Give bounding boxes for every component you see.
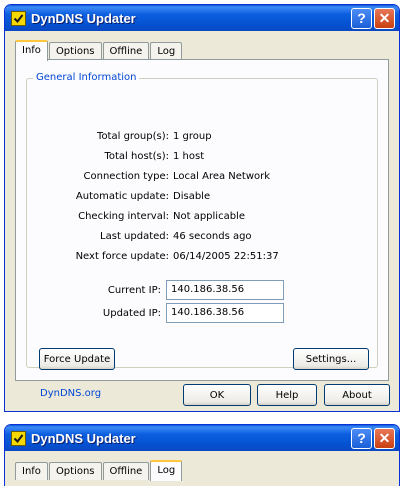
- info-value: Local Area Network: [173, 171, 271, 182]
- info-label: Total host(s):: [104, 151, 169, 162]
- info-label: Last updated:: [100, 231, 169, 242]
- close-icon: ✕: [378, 429, 391, 446]
- tab-offline[interactable]: Offline: [102, 42, 150, 60]
- main-window: DynDNS Updater ? ✕ Info Options Offline …: [4, 4, 400, 412]
- tab-strip: Info Options Offline Log: [15, 459, 183, 481]
- tab-offline[interactable]: Offline: [102, 462, 150, 480]
- app-check-icon: [11, 10, 26, 26]
- info-row-next-force-update: Next force update: 06/14/2005 22:51:37: [27, 251, 377, 265]
- updated-ip-row: Updated IP: 140.186.38.56: [27, 303, 377, 323]
- tab-strip: Info Options Offline Log: [15, 39, 183, 61]
- info-value: 46 seconds ago: [173, 231, 252, 242]
- second-window: DynDNS Updater ? ✕ Info Options Offline …: [4, 424, 400, 486]
- updated-ip-field[interactable]: 140.186.38.56: [166, 303, 284, 323]
- app-check-icon: [11, 430, 26, 446]
- current-ip-row: Current IP: 140.186.38.56: [27, 280, 377, 300]
- info-row-last-updated: Last updated: 46 seconds ago: [27, 231, 377, 245]
- info-row-total-groups: Total group(s): 1 group: [27, 131, 377, 145]
- group-title: General Information: [33, 72, 140, 83]
- close-icon: ✕: [378, 9, 391, 26]
- help-title-button[interactable]: ?: [351, 427, 372, 449]
- window-title: DynDNS Updater: [31, 430, 136, 446]
- info-row-total-hosts: Total host(s): 1 host: [27, 151, 377, 165]
- info-value: 1 host: [173, 151, 205, 162]
- close-title-button[interactable]: ✕: [374, 427, 395, 449]
- tab-info[interactable]: Info: [15, 462, 48, 480]
- info-value: Not applicable: [173, 211, 245, 222]
- current-ip-label: Current IP:: [107, 284, 161, 296]
- tab-info[interactable]: Info: [15, 40, 48, 61]
- close-title-button[interactable]: ✕: [374, 7, 395, 29]
- window-title: DynDNS Updater: [31, 10, 136, 26]
- settings-button[interactable]: Settings...: [293, 348, 369, 370]
- client-area: Info Options Offline Log: [8, 451, 396, 486]
- about-button[interactable]: About: [324, 384, 390, 406]
- client-area: Info Options Offline Log General Informa…: [8, 31, 396, 408]
- info-label: Total group(s):: [97, 131, 169, 142]
- title-bar[interactable]: DynDNS Updater ? ✕: [5, 425, 399, 451]
- current-ip-field[interactable]: 140.186.38.56: [166, 280, 284, 300]
- info-label: Next force update:: [75, 251, 169, 262]
- info-row-checking-interval: Checking interval: Not applicable: [27, 211, 377, 225]
- info-value: 1 group: [173, 131, 212, 142]
- info-label: Connection type:: [83, 171, 169, 182]
- ok-button[interactable]: OK: [183, 384, 251, 406]
- tab-log[interactable]: Log: [150, 460, 183, 481]
- info-value: Disable: [173, 191, 211, 202]
- question-mark-icon: ?: [357, 430, 366, 446]
- info-row-automatic-update: Automatic update: Disable: [27, 191, 377, 205]
- dyndns-link[interactable]: DynDNS.org: [40, 388, 101, 399]
- question-mark-icon: ?: [357, 10, 366, 26]
- info-label: Checking interval:: [78, 211, 169, 222]
- help-button[interactable]: Help: [257, 384, 317, 406]
- help-title-button[interactable]: ?: [351, 7, 372, 29]
- info-row-connection-type: Connection type: Local Area Network: [27, 171, 377, 185]
- tab-options[interactable]: Options: [48, 462, 102, 480]
- general-information-group: General Information Total group(s): 1 gr…: [26, 72, 378, 370]
- force-update-button[interactable]: Force Update: [39, 348, 115, 370]
- info-label: Automatic update:: [75, 191, 169, 202]
- info-tab-panel: General Information Total group(s): 1 gr…: [15, 59, 389, 381]
- title-bar[interactable]: DynDNS Updater ? ✕: [5, 5, 399, 31]
- info-value: 06/14/2005 22:51:37: [173, 251, 279, 262]
- tab-log[interactable]: Log: [150, 42, 183, 60]
- updated-ip-label: Updated IP:: [102, 307, 161, 319]
- tab-options[interactable]: Options: [48, 42, 102, 60]
